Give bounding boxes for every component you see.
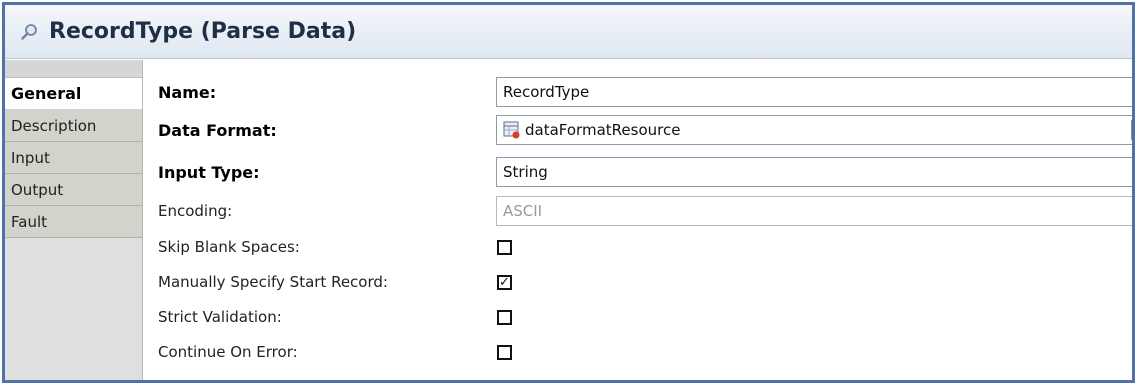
name-row: Name:	[158, 77, 216, 107]
encoding-row: Encoding:	[158, 196, 232, 226]
checkmark-icon: ✓	[499, 275, 510, 290]
input-type-label: Input Type:	[158, 162, 260, 182]
general-form: Name: RecordType Data Format: dataFormat…	[144, 60, 1132, 380]
skip-blank-spaces-checkbox[interactable]	[497, 240, 512, 255]
data-format-value: dataFormatResource	[525, 121, 681, 139]
skip-blank-spaces-row: Skip Blank Spaces:	[158, 232, 300, 262]
input-type-value: String	[503, 163, 548, 181]
encoding-input: ASCII	[496, 196, 1132, 226]
name-value: RecordType	[503, 83, 590, 101]
tab-input[interactable]: Input	[5, 142, 142, 174]
tab-fault[interactable]: Fault	[5, 206, 142, 238]
manually-specify-start-record-checkbox[interactable]: ✓	[497, 275, 512, 290]
data-format-select[interactable]: dataFormatResource ▼	[496, 115, 1132, 145]
tab-general[interactable]: General	[5, 78, 142, 110]
input-type-row: Input Type:	[158, 157, 260, 187]
name-input[interactable]: RecordType	[496, 77, 1132, 107]
panel-title: RecordType (Parse Data)	[49, 19, 357, 44]
strict-validation-label: Strict Validation:	[158, 308, 282, 326]
data-format-row: Data Format:	[158, 115, 277, 145]
encoding-label: Encoding:	[158, 202, 233, 220]
skip-blank-spaces-label: Skip Blank Spaces:	[158, 238, 300, 256]
encoding-value: ASCII	[503, 202, 543, 220]
name-label: Name:	[158, 82, 217, 102]
parse-data-panel: RecordType (Parse Data) General Descript…	[2, 2, 1135, 383]
chevron-down-icon[interactable]: ▼	[1131, 120, 1132, 140]
data-format-label: Data Format:	[158, 120, 277, 140]
continue-on-error-checkbox[interactable]	[497, 345, 512, 360]
continue-on-error-row: Continue On Error:	[158, 337, 298, 367]
manually-specify-start-record-label: Manually Specify Start Record:	[158, 273, 388, 291]
input-type-input[interactable]: String	[496, 157, 1132, 187]
data-format-resource-icon	[503, 121, 521, 139]
manually-specify-start-record-row: Manually Specify Start Record:	[158, 267, 388, 297]
magnifier-icon	[17, 19, 43, 45]
tab-sidebar: General Description Input Output Fault	[5, 60, 143, 380]
sidebar-header	[5, 60, 142, 78]
panel-titlebar: RecordType (Parse Data)	[5, 5, 1132, 59]
continue-on-error-label: Continue On Error:	[158, 343, 298, 361]
tab-description[interactable]: Description	[5, 110, 142, 142]
strict-validation-row: Strict Validation:	[158, 302, 282, 332]
strict-validation-checkbox[interactable]	[497, 310, 512, 325]
tab-output[interactable]: Output	[5, 174, 142, 206]
